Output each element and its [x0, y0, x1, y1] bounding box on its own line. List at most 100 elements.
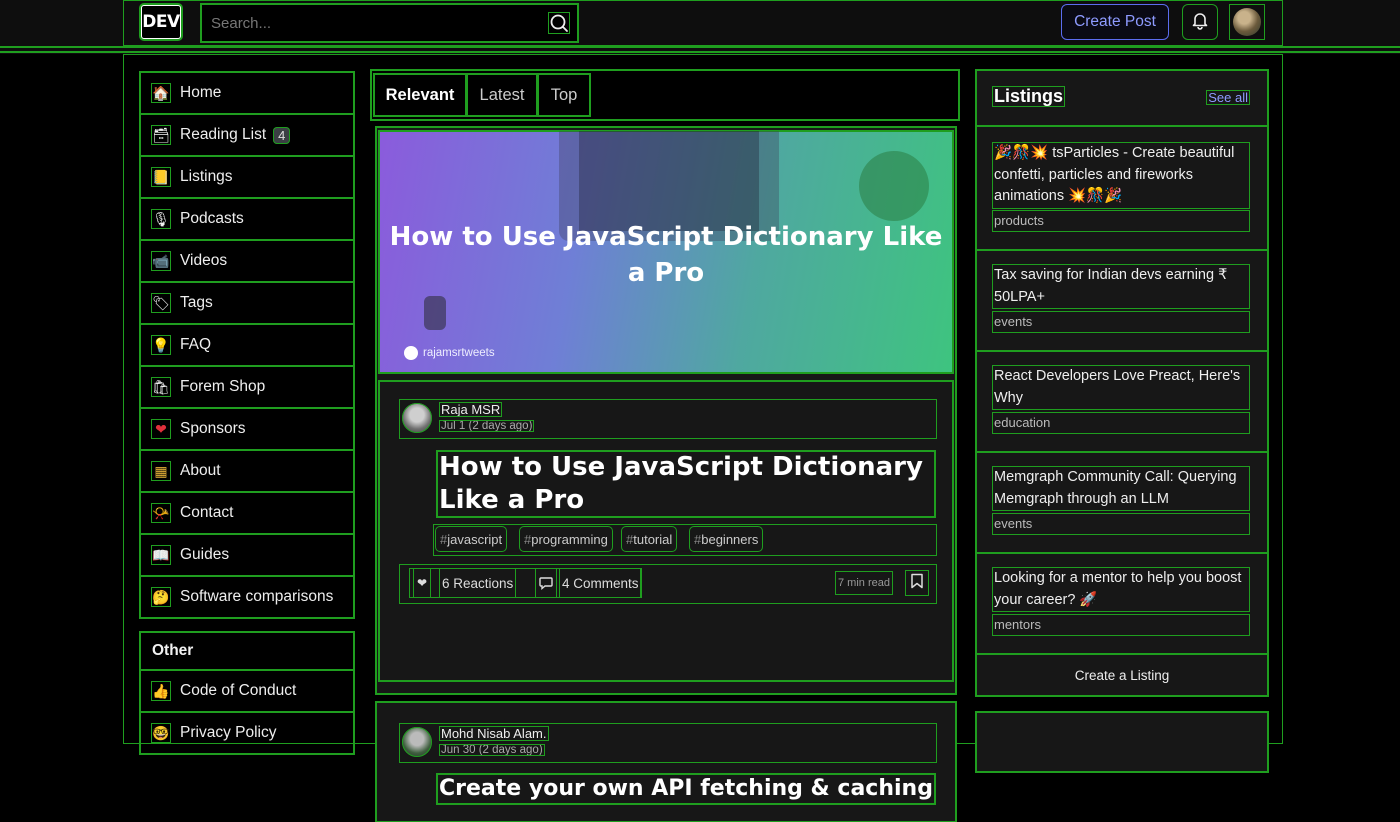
thinking-face-icon: 🤔	[151, 587, 171, 607]
sidebar-item-label: Privacy Policy	[180, 724, 277, 741]
sidebar-item-forem-shop[interactable]: 🛍 Forem Shop	[139, 365, 355, 409]
comment-icon[interactable]	[535, 568, 557, 598]
tag-label: tutorial	[633, 531, 673, 547]
sidebar-item-videos[interactable]: 📹 Videos	[139, 239, 355, 283]
sidebar-item-listings[interactable]: 📒 Listings	[139, 155, 355, 199]
sidebar-item-code-of-conduct[interactable]: 👍 Code of Conduct	[139, 669, 355, 713]
sidebar-item-label: Sponsors	[180, 420, 246, 437]
listing-title[interactable]: Memgraph Community Call: Querying Memgra…	[992, 466, 1250, 511]
comments-button[interactable]: 4 Comments	[559, 568, 642, 598]
tab-latest[interactable]: Latest	[466, 73, 538, 117]
sidebar-item-label: Tags	[180, 294, 213, 311]
post-card[interactable]: How to Use JavaScript Dictionary Like a …	[375, 126, 957, 695]
postal-horn-icon: 📯	[151, 503, 171, 523]
author-name[interactable]: Raja MSR	[439, 402, 503, 417]
listing-category[interactable]: events	[992, 513, 1250, 535]
listing-category[interactable]: mentors	[992, 614, 1250, 636]
sidebar-item-label: About	[180, 462, 221, 479]
dev-logo[interactable]: DEV	[139, 3, 183, 41]
video-camera-icon: 📹	[151, 251, 171, 271]
post-title[interactable]: How to Use JavaScript Dictionary Like a …	[436, 450, 936, 518]
sidebar-item-faq[interactable]: 💡 FAQ	[139, 323, 355, 367]
listing-title[interactable]: 🎉🎊💥 tsParticles - Create beautiful confe…	[992, 142, 1250, 209]
search-icon[interactable]	[548, 12, 570, 34]
sidebar-item-tags[interactable]: 🏷 Tags	[139, 281, 355, 325]
reactions-button[interactable]: 6 Reactions	[439, 568, 517, 598]
sidebar-item-contact[interactable]: 📯 Contact	[139, 491, 355, 535]
twitter-icon	[404, 346, 418, 360]
microphone-icon: 🎙	[151, 209, 171, 229]
house-icon: 🏠	[151, 83, 171, 103]
left-sidebar: 🏠 Home 🗃 Reading List 4 📒 Listings 🎙 Podcasts…	[139, 71, 355, 755]
feed-tabs: Relevant Latest Top	[370, 69, 960, 121]
cover-decoration	[859, 151, 929, 221]
bookmark-button[interactable]	[905, 570, 929, 596]
listing-item[interactable]: Memgraph Community Call: Querying Memgra…	[976, 452, 1268, 553]
post-title[interactable]: Create your own API fetching & caching	[436, 773, 936, 805]
post-actions: ❤ 6 Reactions 4 Comments 7 min read	[399, 564, 937, 604]
cover-decoration	[424, 296, 446, 330]
divider	[0, 51, 1400, 53]
sidebar-item-software-comparisons[interactable]: 🤔 Software comparisons	[139, 575, 355, 619]
tag-label: javascript	[447, 531, 503, 547]
search-input[interactable]	[209, 8, 543, 38]
sidebar-item-about[interactable]: ▦ About	[139, 449, 355, 493]
see-all-link[interactable]: See all	[1206, 90, 1250, 105]
sidebar-item-label: Software comparisons	[180, 588, 334, 605]
tag-link[interactable]: # programming	[519, 526, 613, 552]
cover-handle-text: rajamsrtweets	[423, 347, 495, 359]
post-cover-image[interactable]: How to Use JavaScript Dictionary Like a …	[378, 130, 954, 374]
post-date[interactable]: Jul 1 (2 days ago)	[439, 420, 535, 432]
post-card[interactable]: Mohd Nisab Alam. Jun 30 (2 days ago) Cre…	[375, 701, 957, 822]
author-name[interactable]: Mohd Nisab Alam.	[439, 726, 549, 741]
sidebar-item-sponsors[interactable]: ❤ Sponsors	[139, 407, 355, 451]
sidebar-item-label: Guides	[180, 546, 230, 563]
cover-title: How to Use JavaScript Dictionary Like a …	[389, 222, 943, 288]
shopping-bags-icon: 🛍	[151, 377, 171, 397]
cover-handle: rajamsrtweets	[404, 346, 495, 360]
tab-top[interactable]: Top	[537, 73, 591, 117]
tag-label: beginners	[701, 531, 759, 547]
search-bar[interactable]	[200, 3, 579, 43]
read-time: 7 min read	[835, 571, 893, 595]
reading-list-icon: 🗃	[151, 125, 171, 145]
tab-relevant[interactable]: Relevant	[373, 73, 467, 117]
create-post-button[interactable]: Create Post	[1061, 4, 1169, 40]
author-avatar[interactable]	[402, 403, 432, 433]
notifications-button[interactable]	[1182, 4, 1218, 40]
cover-decoration	[579, 131, 759, 231]
sidebar-item-reading-list[interactable]: 🗃 Reading List 4	[139, 113, 355, 157]
post-author-row: Mohd Nisab Alam. Jun 30 (2 days ago)	[399, 723, 937, 763]
tag-link[interactable]: # javascript	[435, 526, 508, 552]
listings-header: Listings See all	[975, 69, 1269, 127]
create-listing-button[interactable]: Create a Listing	[976, 654, 1268, 696]
avatar	[1233, 8, 1261, 36]
listing-category[interactable]: events	[992, 311, 1250, 333]
author-avatar[interactable]	[402, 727, 432, 757]
listing-category[interactable]: products	[992, 210, 1250, 232]
post-body: Raja MSR Jul 1 (2 days ago) How to Use J…	[378, 380, 954, 682]
tag-link[interactable]: # tutorial	[621, 526, 678, 552]
listing-title[interactable]: React Developers Love Preact, Here's Why	[992, 365, 1250, 410]
sidebar-item-privacy-policy[interactable]: 🤓 Privacy Policy	[139, 711, 355, 755]
tag-link[interactable]: # beginners	[689, 526, 764, 552]
listing-category[interactable]: education	[992, 412, 1250, 434]
user-avatar-button[interactable]	[1229, 4, 1265, 40]
post-date[interactable]: Jun 30 (2 days ago)	[439, 744, 545, 756]
listing-item[interactable]: React Developers Love Preact, Here's Why…	[976, 351, 1268, 452]
sidebar-item-podcasts[interactable]: 🎙 Podcasts	[139, 197, 355, 241]
sidebar-item-guides[interactable]: 📖 Guides	[139, 533, 355, 577]
sidebar-item-label: Code of Conduct	[180, 682, 297, 699]
listing-item[interactable]: 🎉🎊💥 tsParticles - Create beautiful confe…	[976, 126, 1268, 250]
sidebar-item-home[interactable]: 🏠 Home	[139, 71, 355, 115]
listing-item[interactable]: Looking for a mentor to help you boost y…	[976, 553, 1268, 654]
listing-item[interactable]: Tax saving for Indian devs earning ₹ 50L…	[976, 250, 1268, 351]
listings-title: Listings	[992, 86, 1066, 107]
listing-title[interactable]: Looking for a mentor to help you boost y…	[992, 567, 1250, 612]
sidebar-item-label: FAQ	[180, 336, 212, 353]
book-icon: 📖	[151, 545, 171, 565]
listing-title[interactable]: Tax saving for Indian devs earning ₹ 50L…	[992, 264, 1250, 309]
reactions-icon: ❤	[413, 568, 431, 598]
post-tags: # javascript # programming # tutorial # begi…	[433, 524, 937, 556]
heart-icon: ❤	[151, 419, 171, 439]
